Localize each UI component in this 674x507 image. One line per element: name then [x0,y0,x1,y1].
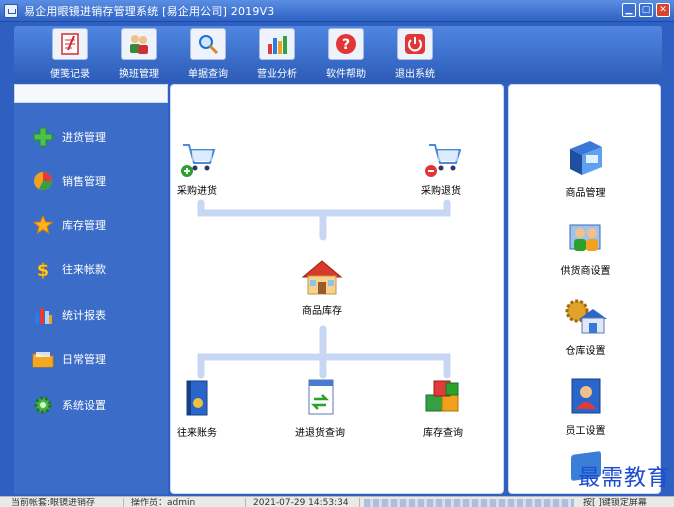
datetime-status: 2021-07-29 14:53:34 [250,498,360,507]
sidebar-item-daily[interactable]: 日常管理 [32,347,106,371]
notepad-icon [52,28,88,60]
pie-icon [32,170,54,192]
business-analysis-button[interactable]: 营业分析 [243,28,311,80]
star-icon [32,214,54,236]
employee-icon [571,378,600,414]
gear-icon [32,394,54,416]
return-document-icon [308,379,334,415]
sidebar-header [14,84,168,103]
app-logo-icon [4,3,18,18]
help-button[interactable]: ? 软件帮助 [312,28,380,80]
window-controls: ▁ ▢ ✕ [622,3,670,17]
bars-icon [32,304,54,326]
minimize-icon[interactable]: ▁ [622,3,636,17]
boxes-icon [425,380,459,412]
magnifier-icon [190,28,226,60]
warehouse-settings-button[interactable]: 仓库设置 [509,295,662,357]
base-settings-panel: 商品管理 供货商设置 仓库设置 员工设置 [508,84,661,494]
house-icon [301,260,343,295]
inventory-node[interactable]: 商品库存 [299,255,345,317]
product-management-button[interactable]: 商品管理 [509,137,662,199]
shift-button[interactable]: 换班管理 [105,28,173,80]
close-icon[interactable]: ✕ [656,3,670,17]
help-icon: ? [328,28,364,60]
cart-icon [181,144,216,177]
inout-query-node[interactable]: 进退货查询 [295,377,345,439]
toolbar: 便笺记录 换班管理 单据查询 营业分析 ? 软件帮助 退出系统 [14,26,662,82]
cart-return-icon [425,144,461,177]
sidebar-item-reports[interactable]: 统计报表 [32,303,106,327]
notepad-button[interactable]: 便笺记录 [36,28,104,80]
svg-text:$: $ [37,260,50,279]
stock-query-node[interactable]: 库存查询 [421,377,465,439]
title-bar: 易企用眼镜进销存管理系统 [易企用公司] 2019V3 ▁ ▢ ✕ [0,0,674,22]
maximize-icon[interactable]: ▢ [639,3,653,17]
status-bar: 当前帐套:眼镜进销存 操作员：admin 2021-07-29 14:53:34… [0,496,674,507]
sidebar-item-accounts[interactable]: $ 往来帐款 [32,257,106,281]
supplier-settings-button[interactable]: 供货商设置 [509,215,662,277]
accounts-node[interactable]: 往来账务 [177,377,217,439]
product-icon [569,141,602,175]
svg-text:?: ? [342,37,350,53]
folder-icon [32,348,54,370]
plus-icon [32,126,54,148]
employee-settings-button[interactable]: 员工设置 [509,375,662,437]
purchase-node[interactable]: 采购进货 [177,135,217,197]
sidebar-item-inventory[interactable]: 库存管理 [32,213,106,237]
purchase-return-node[interactable]: 采购退货 [421,135,461,197]
ledger-book-icon [186,380,208,416]
window-title: 易企用眼镜进销存管理系统 [易企用公司] 2019V3 [24,4,275,18]
lock-screen-hint: 按[ ]键锁定屏幕 [583,498,647,507]
operator-status: 操作员：admin [128,498,246,507]
document-query-button[interactable]: 单据查询 [174,28,242,80]
exit-button[interactable]: 退出系统 [381,28,449,80]
users-icon [121,28,157,60]
flow-panel: 采购进货 采购退货 商品库存 往来账务 进退货查询 库存查询 [170,84,504,494]
status-progress-bar [364,499,574,507]
sidebar-item-sales[interactable]: 销售管理 [32,169,106,193]
supplier-icon [569,224,600,251]
warehouse-icon [565,299,607,334]
sidebar-item-purchase[interactable]: 进货管理 [32,125,106,149]
dollar-icon: $ [32,258,54,280]
sidebar: 进货管理 销售管理 库存管理 $ 往来帐款 统计报表 日常管理 系统设置 [14,84,168,494]
power-icon [397,28,433,60]
watermark-text: 最需教育 [577,466,670,491]
sidebar-item-settings[interactable]: 系统设置 [32,393,106,417]
current-account-status: 当前帐套:眼镜进销存 [8,498,124,507]
bar-chart-icon [259,28,295,60]
